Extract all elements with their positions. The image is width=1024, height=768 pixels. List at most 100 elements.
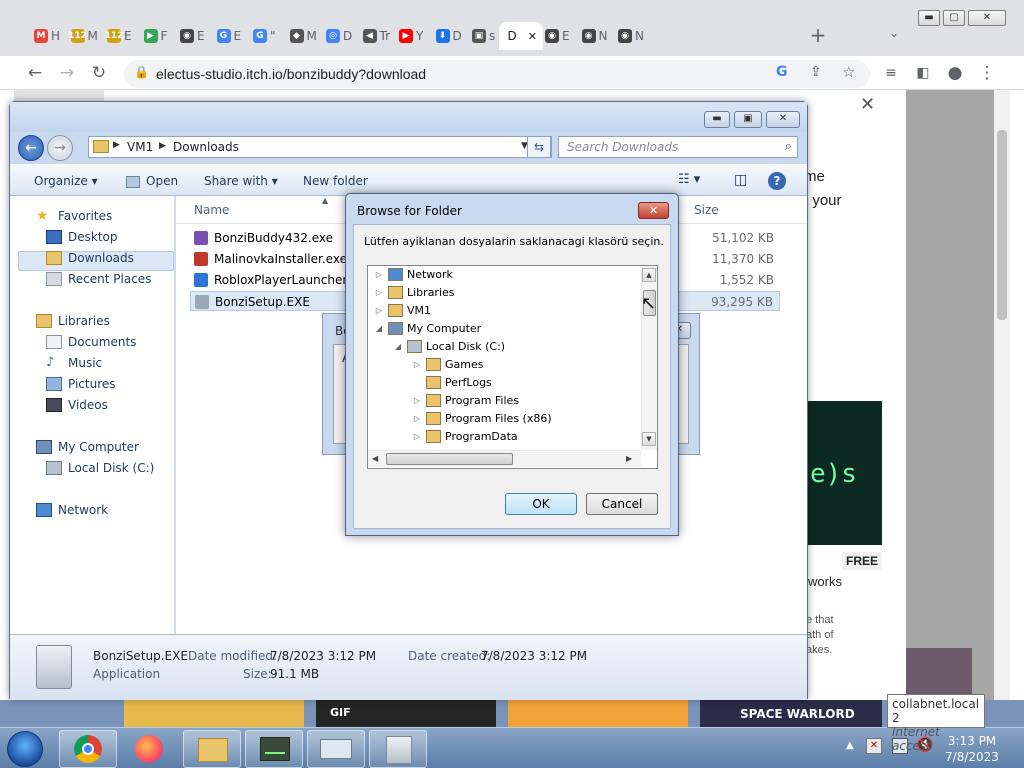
browser-tab[interactable]: MH (28, 22, 64, 50)
tree-node[interactable]: ▷ Games (412, 358, 483, 371)
browser-tab[interactable]: 112 E (101, 22, 137, 50)
browser-tab[interactable]: G " (247, 22, 283, 50)
tree-horizontal-scrollbar[interactable]: ◀ ▶ (368, 450, 641, 467)
explorer-maximize-button[interactable]: ▣ (734, 111, 762, 128)
tree-node[interactable]: ▷ Libraries (374, 286, 455, 299)
close-button[interactable]: ✕ (968, 10, 1006, 26)
browser-tab[interactable]: ◉ N (612, 22, 648, 50)
nav-item-libraries[interactable]: Libraries (36, 314, 110, 328)
nav-item-music[interactable]: ♪ Music (46, 356, 102, 371)
browser-tab[interactable]: ▣ s (466, 22, 502, 50)
browser-tab[interactable]: 112 M (65, 22, 101, 50)
browser-tab[interactable]: ▶ F (138, 22, 174, 50)
side-panel-icon[interactable]: ◧ (912, 62, 934, 84)
tree-expander-icon[interactable]: ▷ (374, 288, 384, 297)
browser-tab[interactable]: ⬇ D (430, 22, 466, 50)
taskbar-installer[interactable] (369, 730, 427, 768)
share-icon[interactable]: ⇪ (810, 64, 822, 80)
forward-arrow-icon[interactable]: → (56, 62, 78, 84)
tree-expander-icon[interactable]: ▷ (374, 270, 384, 279)
menu-kebab-icon[interactable]: ⋮ (976, 62, 998, 84)
nav-item-downloads[interactable]: Downloads (46, 251, 134, 265)
tab-search-button[interactable]: ⌄ (884, 26, 904, 46)
browser-tab[interactable]: D ✕ (498, 22, 543, 50)
scroll-right-arrow-icon[interactable]: ▶ (626, 454, 632, 463)
nav-item-network[interactable]: Network (36, 503, 108, 517)
nav-item-pictures[interactable]: Pictures (46, 377, 116, 391)
column-header-name[interactable]: Name (194, 203, 229, 217)
taskbar-task-manager[interactable] (245, 730, 303, 768)
nav-item-my-computer[interactable]: My Computer (36, 440, 139, 454)
bookmark-star-icon[interactable]: ☆ (842, 63, 855, 81)
browser-tab[interactable]: ◀ Tr (357, 22, 393, 50)
nav-item-local-disk[interactable]: Local Disk (C:) (46, 461, 154, 475)
nav-item-recent-places[interactable]: Recent Places (46, 272, 151, 286)
minimize-button[interactable]: ▬ (918, 10, 940, 26)
maximize-button[interactable]: ▢ (943, 10, 965, 26)
start-button[interactable] (7, 731, 43, 767)
nav-item-desktop[interactable]: Desktop (46, 230, 118, 244)
browser-tab[interactable]: ◎ D (320, 22, 356, 50)
scroll-up-arrow-icon[interactable]: ▲ (642, 268, 656, 282)
tree-expander-icon[interactable]: ◢ (374, 324, 384, 333)
tree-expander-icon[interactable]: ▷ (412, 432, 422, 441)
tree-node[interactable]: ◢ My Computer (374, 322, 481, 335)
show-hidden-icons-icon[interactable]: ▲ (846, 740, 854, 751)
browser-tab[interactable]: ◉ E (539, 22, 575, 50)
game-thumbnail[interactable] (124, 700, 304, 727)
back-arrow-icon[interactable]: ← (24, 62, 46, 84)
browser-tab[interactable]: ◆ M (284, 22, 320, 50)
tab-close-icon[interactable]: ✕ (528, 30, 537, 43)
taskbar-chrome[interactable] (59, 730, 117, 768)
breadcrumb-downloads[interactable]: Downloads (173, 140, 239, 154)
tree-node[interactable]: ▷ Program Files (x86) (412, 412, 552, 425)
browser-tab[interactable]: ▶ Y (393, 22, 429, 50)
tree-node[interactable]: ▷ ProgramData (412, 430, 518, 443)
nav-item-videos[interactable]: Videos (46, 398, 108, 412)
tree-hscroll-thumb[interactable] (386, 453, 513, 465)
folder-tree[interactable]: ▷ Network ▷ Libraries ▷ VM1 ◢ My Computer ◢ Local… (367, 265, 658, 469)
address-bar[interactable]: 🔒 electus-studio.itch.io/bonzibuddy?down… (124, 60, 870, 88)
nav-item-favorites[interactable]: ★ Favorites (36, 209, 112, 223)
taskbar-explorer[interactable] (183, 730, 241, 768)
search-icon[interactable]: ⌕ (785, 139, 792, 154)
tree-node[interactable]: ▷ Network (374, 268, 453, 281)
explorer-address-bar[interactable]: ▶ VM1 ▶ Downloads ▼ (88, 136, 552, 158)
game-thumbnail[interactable] (508, 700, 688, 727)
breadcrumb-vm1[interactable]: VM1 (127, 140, 153, 154)
explorer-close-button[interactable]: ✕ (766, 111, 800, 128)
tree-expander-icon[interactable]: ▷ (412, 396, 422, 405)
search-downloads-input[interactable]: Search Downloads ⌕ (558, 136, 798, 158)
explorer-minimize-button[interactable]: ▬ (704, 111, 730, 128)
tree-node[interactable]: ◢ Local Disk (C:) (393, 340, 505, 353)
page-scroll-thumb[interactable] (997, 130, 1007, 320)
game-thumbnail[interactable]: e)s (804, 401, 882, 545)
tree-node[interactable]: PerfLogs (412, 376, 492, 389)
game-thumbnail[interactable]: GIF (316, 700, 496, 727)
share-with-button[interactable]: Share with ▾ (204, 174, 278, 188)
taskbar-firefox[interactable] (120, 730, 178, 768)
reading-list-icon[interactable]: ≡ (880, 62, 902, 84)
preview-pane-icon[interactable]: ◫ (734, 172, 747, 188)
refresh-icon[interactable]: ⇆ (527, 136, 551, 158)
tree-expander-icon[interactable]: ▷ (374, 306, 384, 315)
column-header-size[interactable]: Size (694, 203, 719, 217)
browser-tab[interactable]: GE (211, 22, 247, 50)
tree-node[interactable]: ▷ VM1 (374, 304, 431, 317)
nav-item-documents[interactable]: Documents (46, 335, 136, 349)
organize-button[interactable]: Organize ▾ (34, 174, 98, 188)
tree-expander-icon[interactable]: ◢ (393, 342, 403, 351)
back-arrow-icon[interactable]: ← (18, 135, 44, 161)
scroll-down-arrow-icon[interactable]: ▼ (642, 432, 656, 446)
view-options-icon[interactable]: ☷ ▾ (678, 172, 700, 187)
tree-expander-icon[interactable]: ▷ (412, 414, 422, 423)
ok-button[interactable]: OK (505, 493, 577, 515)
cancel-button[interactable]: Cancel (586, 493, 658, 515)
tree-node[interactable]: ▷ Program Files (412, 394, 519, 407)
scroll-left-arrow-icon[interactable]: ◀ (372, 454, 378, 463)
forward-arrow-icon[interactable]: → (47, 135, 73, 161)
open-button[interactable]: Open (126, 174, 178, 188)
new-tab-button[interactable]: + (806, 24, 830, 48)
profile-avatar-icon[interactable]: ● (944, 62, 966, 84)
browser-tab[interactable]: ◉ N (576, 22, 612, 50)
